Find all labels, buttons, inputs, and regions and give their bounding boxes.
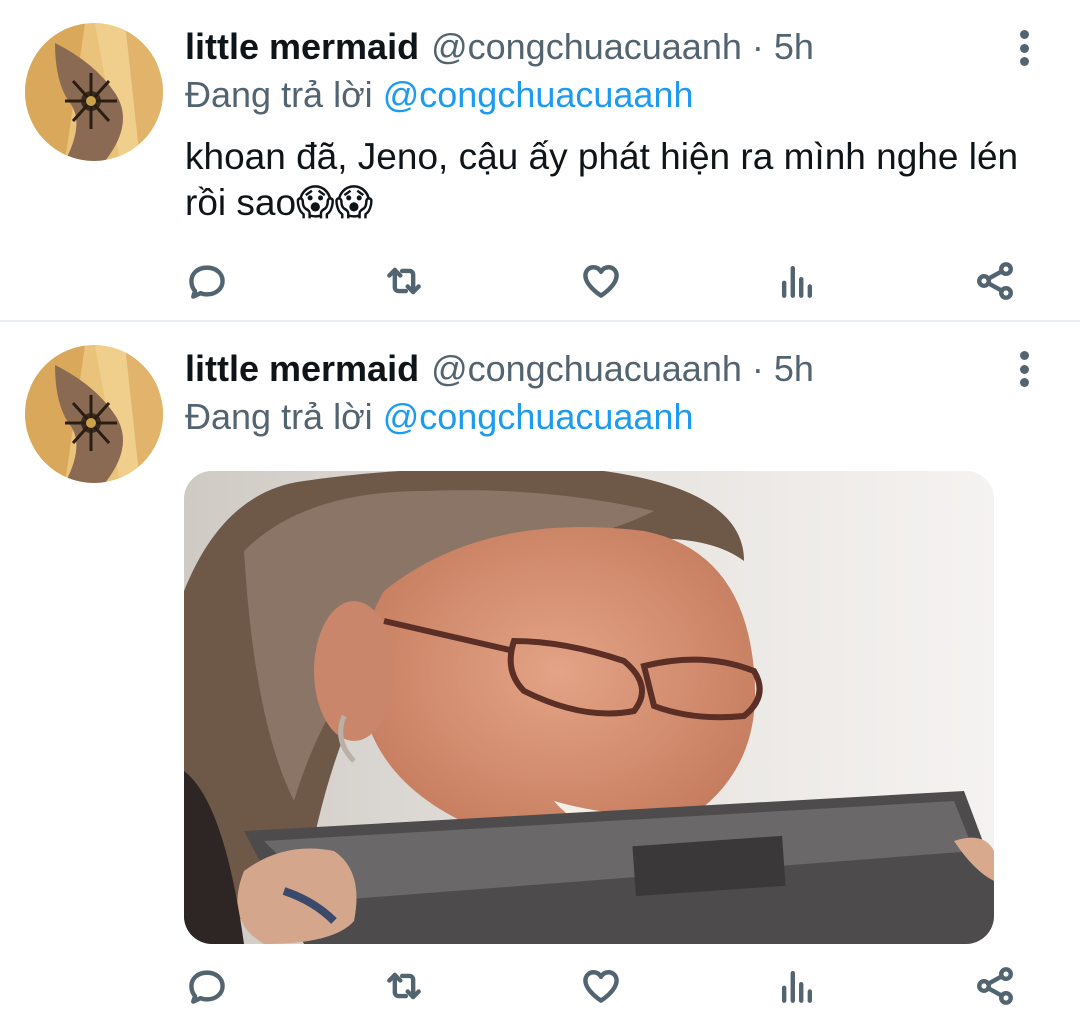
reply-mention-link[interactable]: @congchuacuaanh xyxy=(383,396,694,437)
display-name[interactable]: little mermaid xyxy=(185,24,419,70)
like-button[interactable] xyxy=(576,256,626,306)
avatar[interactable] xyxy=(25,23,163,161)
more-dot xyxy=(1019,364,1029,374)
analytics-button[interactable] xyxy=(772,961,822,1011)
tweet-actions xyxy=(0,256,1080,306)
more-dot xyxy=(1019,378,1029,387)
reply-prefix: Đang trả lời xyxy=(185,74,373,115)
replying-to: Đang trả lời @congchuacuaanh xyxy=(185,394,693,440)
retweet-button[interactable] xyxy=(379,256,429,306)
more-vertical-icon[interactable] xyxy=(1012,351,1036,387)
reply-prefix: Đang trả lời xyxy=(185,396,373,437)
share-button[interactable] xyxy=(970,961,1020,1011)
reply-button[interactable] xyxy=(182,256,232,306)
tweet-2[interactable]: little mermaid @congchuacuaanh · 5h Đang… xyxy=(0,323,1080,1027)
timestamp[interactable]: 5h xyxy=(774,346,814,392)
more-dot xyxy=(1019,43,1029,53)
timestamp[interactable]: 5h xyxy=(774,24,814,70)
avatar[interactable] xyxy=(25,345,163,483)
reply-icon xyxy=(189,970,225,1004)
more-dot xyxy=(1019,57,1029,66)
share-icon xyxy=(977,967,1013,1005)
retweet-icon xyxy=(387,972,421,1000)
tweet-header: little mermaid @congchuacuaanh · 5h xyxy=(185,24,814,70)
like-button[interactable] xyxy=(576,961,626,1011)
share-icon xyxy=(977,262,1013,300)
retweet-button[interactable] xyxy=(379,961,429,1011)
tweet-media-image[interactable] xyxy=(184,471,994,944)
share-button[interactable] xyxy=(970,256,1020,306)
tweet-text: khoan đã, Jeno, cậu ấy phát hiện ra mình… xyxy=(185,136,1019,223)
tweet-actions xyxy=(0,961,1080,1011)
reply-icon xyxy=(189,265,225,299)
user-handle[interactable]: @congchuacuaanh xyxy=(431,346,742,392)
separator-dot: · xyxy=(751,26,764,67)
analytics-icon xyxy=(781,970,813,1003)
tweet-1[interactable]: little mermaid @congchuacuaanh · 5h Đang… xyxy=(0,0,1080,322)
analytics-button[interactable] xyxy=(772,256,822,306)
user-handle[interactable]: @congchuacuaanh xyxy=(431,24,742,70)
heart-icon xyxy=(583,970,619,1003)
separator-dot: · xyxy=(751,348,764,389)
display-name[interactable]: little mermaid xyxy=(185,346,419,392)
retweet-icon xyxy=(387,267,421,295)
more-vertical-icon[interactable] xyxy=(1012,30,1036,66)
more-dot xyxy=(1019,351,1029,360)
more-dot xyxy=(1019,30,1029,39)
tweet-header: little mermaid @congchuacuaanh · 5h xyxy=(185,346,814,392)
reply-mention-link[interactable]: @congchuacuaanh xyxy=(383,74,694,115)
analytics-icon xyxy=(781,265,813,298)
heart-icon xyxy=(583,265,619,298)
replying-to: Đang trả lời @congchuacuaanh xyxy=(185,72,693,118)
reply-button[interactable] xyxy=(182,961,232,1011)
